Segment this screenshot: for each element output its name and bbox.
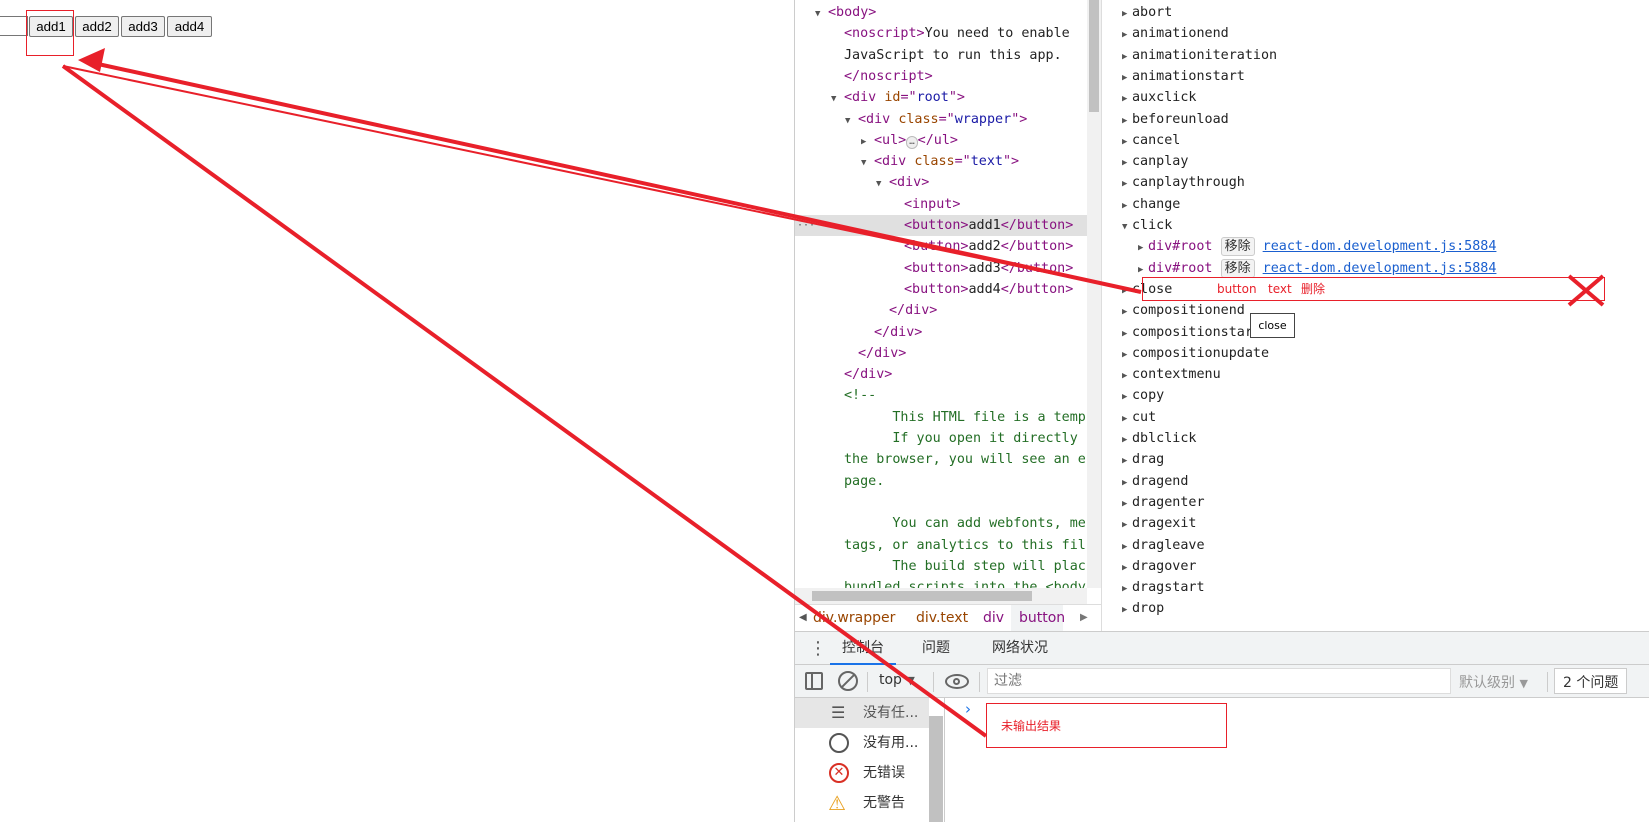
arrow-line <box>61 64 988 738</box>
arrow-head-icon <box>78 48 105 72</box>
annotation-arrows <box>61 48 1605 738</box>
arrow-line <box>62 65 1142 293</box>
arrow-line <box>97 62 1142 294</box>
